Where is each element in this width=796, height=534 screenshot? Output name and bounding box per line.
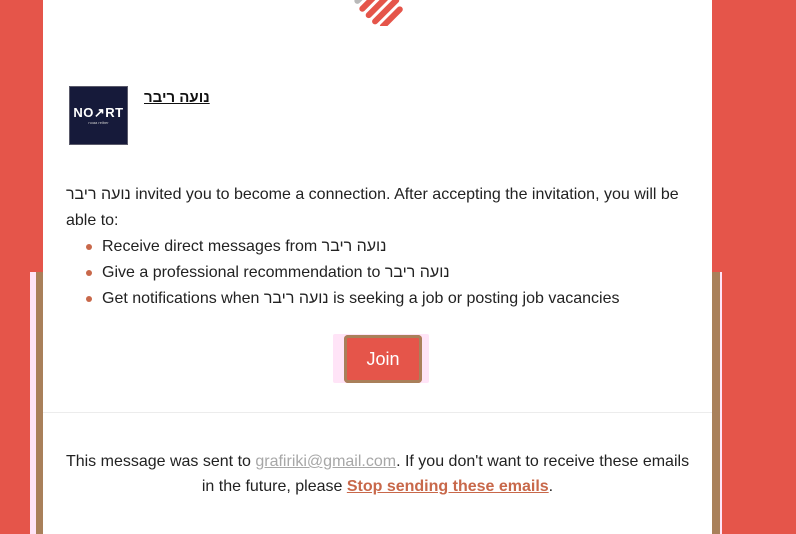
stripes-logo-icon [354, 0, 403, 26]
footer-prefix: This message was sent to [65, 453, 256, 470]
invitation-text: נועה ריבר invited you to become a connec… [66, 186, 679, 229]
bullet-dot-icon [86, 270, 92, 276]
sender-name-link[interactable]: נועה ריבר [144, 89, 210, 106]
list-item: Get notifications when נועה ריבר is seek… [66, 286, 706, 312]
benefit-text: Receive direct messages from נועה ריבר [102, 238, 387, 255]
benefits-list: Receive direct messages from נועה ריבר G… [66, 234, 706, 312]
join-button-wrapper: Join [333, 334, 429, 383]
divider [43, 412, 712, 413]
card-edge-right [712, 272, 720, 534]
list-item: Give a professional recommendation to נו… [66, 260, 706, 286]
avatar-logo-text: NO↗RT [73, 105, 124, 120]
list-item: Receive direct messages from נועה ריבר [66, 234, 706, 260]
avatar-subtext: noaa reiber [88, 120, 109, 125]
email-card: NO↗RT noaa reiber נועה ריבר נועה ריבר in… [43, 0, 712, 534]
bullet-dot-icon [86, 244, 92, 250]
benefit-text: Get notifications when נועה ריבר is seek… [102, 290, 620, 307]
unsubscribe-link[interactable]: Stop sending these emails [347, 478, 549, 495]
join-button[interactable]: Join [344, 335, 422, 383]
footer-text: This message was sent to grafiriki@gmail… [63, 449, 692, 499]
sender-avatar[interactable]: NO↗RT noaa reiber [69, 86, 128, 145]
benefit-text: Give a professional recommendation to נו… [102, 264, 450, 281]
bullet-dot-icon [86, 296, 92, 302]
footer-suffix: . [548, 478, 554, 495]
recipient-email-link[interactable]: grafiriki@gmail.com [255, 453, 396, 470]
card-edge-left [36, 272, 43, 534]
